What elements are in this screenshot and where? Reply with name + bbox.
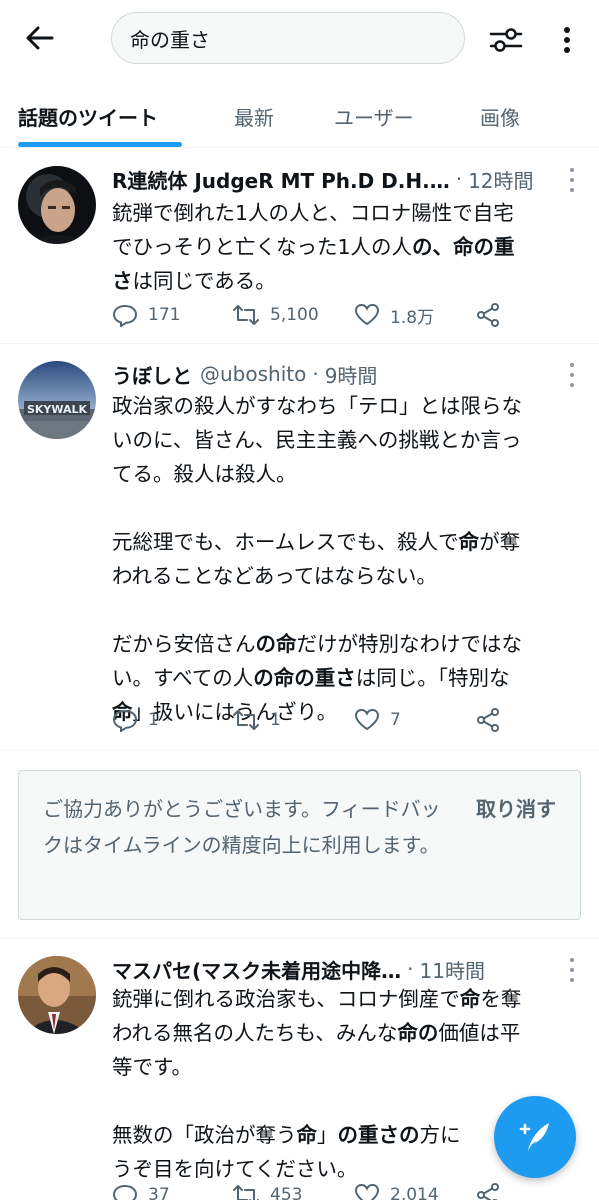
avatar[interactable] — [18, 166, 96, 244]
top-bar: 命の重さ — [0, 0, 599, 78]
retweet-icon — [233, 1185, 259, 1200]
tab-photos[interactable]: 画像 — [480, 84, 520, 148]
compose-tweet-button[interactable] — [494, 1096, 576, 1178]
reply-button[interactable]: 37 — [112, 1180, 170, 1200]
separator-dot: · — [455, 167, 463, 191]
separator-dot: · — [407, 957, 414, 981]
retweet-icon — [233, 305, 259, 325]
share-icon — [477, 708, 499, 732]
tab-people[interactable]: ユーザー — [334, 84, 414, 148]
retweet-button[interactable]: 1 — [232, 705, 281, 735]
share-icon — [477, 303, 499, 327]
share-button[interactable] — [476, 300, 510, 330]
divider — [0, 938, 599, 939]
retweet-button[interactable]: 5,100 — [232, 300, 319, 330]
separator-dot: · — [312, 362, 319, 386]
undo-button[interactable]: 取り消す — [476, 793, 556, 822]
tweet-actions: 171 5,100 1.8万 — [112, 300, 512, 330]
active-tab-indicator — [18, 142, 182, 147]
retweet-button[interactable]: 453 — [232, 1180, 302, 1200]
compose-tweet-icon — [519, 1123, 549, 1151]
like-button[interactable]: 1.8万 — [354, 300, 434, 330]
avatar[interactable] — [18, 956, 96, 1034]
tweet-header: マスパセ(マスク未着用途中降… · 11時間 — [112, 954, 559, 984]
share-button[interactable] — [476, 705, 510, 735]
tweet-menu-icon[interactable] — [567, 168, 577, 192]
reply-icon — [112, 1184, 138, 1200]
tweet-actions: 1 1 7 — [112, 705, 512, 735]
tweet-actions: 37 453 2,014 — [112, 1180, 512, 1200]
reply-button[interactable]: 1 — [112, 705, 159, 735]
tweet-header: うぼしと @uboshito · 9時間 — [112, 359, 559, 389]
like-button[interactable]: 2,014 — [354, 1180, 439, 1200]
search-filter-icon[interactable] — [486, 20, 526, 60]
tweet-text: 銃弾で倒れた1人の人と、コロナ陽性で自宅 でひっそりと亡くなった1人の人の、命の… — [112, 201, 515, 293]
like-icon — [354, 303, 380, 326]
tweet-time[interactable]: 11時間 — [420, 955, 485, 984]
tweet-menu-icon[interactable] — [567, 363, 577, 387]
author-handle[interactable]: @uboshito — [200, 362, 306, 386]
reply-button[interactable]: 171 — [112, 300, 180, 330]
author-name[interactable]: R連続体 JudgeR MT Ph.D D.H.… — [112, 165, 450, 194]
svg-text:SKYWALK: SKYWALK — [27, 403, 88, 416]
tab-top[interactable]: 話題のツイート — [18, 84, 158, 148]
reply-icon — [112, 304, 138, 327]
like-icon — [354, 708, 380, 731]
feedback-notice: ご協力ありがとうございます。フィードバックはタイムラインの精度向上に利用します。… — [18, 770, 581, 920]
back-arrow-icon[interactable] — [22, 20, 58, 56]
tweet-menu-icon[interactable] — [567, 958, 577, 982]
tweet-time[interactable]: 9時間 — [325, 360, 378, 389]
tab-latest[interactable]: 最新 — [234, 84, 274, 148]
share-icon — [477, 1183, 499, 1200]
tweet[interactable]: R連続体 JudgeR MT Ph.D D.H.… · 12時間 銃弾で倒れた1… — [0, 150, 599, 344]
tweet-text: 政治家の殺人がすなわち「テロ」とは限らな いのに、皆さん、民主主義への挑戦とか言… — [112, 394, 522, 724]
reply-icon — [112, 709, 138, 732]
tweet[interactable]: SKYWALK うぼしと @uboshito · 9時間 政治家の殺人がすなわち… — [0, 345, 599, 751]
like-icon — [354, 1183, 380, 1200]
author-name[interactable]: マスパセ(マスク未着用途中降… — [112, 955, 401, 984]
author-name[interactable]: うぼしと — [112, 360, 192, 389]
like-button[interactable]: 7 — [354, 705, 401, 735]
share-button[interactable] — [476, 1180, 510, 1200]
feedback-text: ご協力ありがとうございます。フィードバックはタイムラインの精度向上に利用します。 — [43, 797, 441, 857]
search-tabs: 話題のツイート 最新 ユーザー 画像 — [0, 84, 599, 148]
search-input[interactable]: 命の重さ — [111, 12, 465, 64]
more-vertical-icon[interactable] — [552, 20, 582, 60]
tweet-time[interactable]: 12時間 — [468, 165, 533, 194]
search-query: 命の重さ — [130, 27, 210, 52]
tweet-header: R連続体 JudgeR MT Ph.D D.H.… · 12時間 — [112, 164, 559, 194]
retweet-icon — [233, 710, 259, 730]
avatar[interactable]: SKYWALK — [18, 361, 96, 439]
